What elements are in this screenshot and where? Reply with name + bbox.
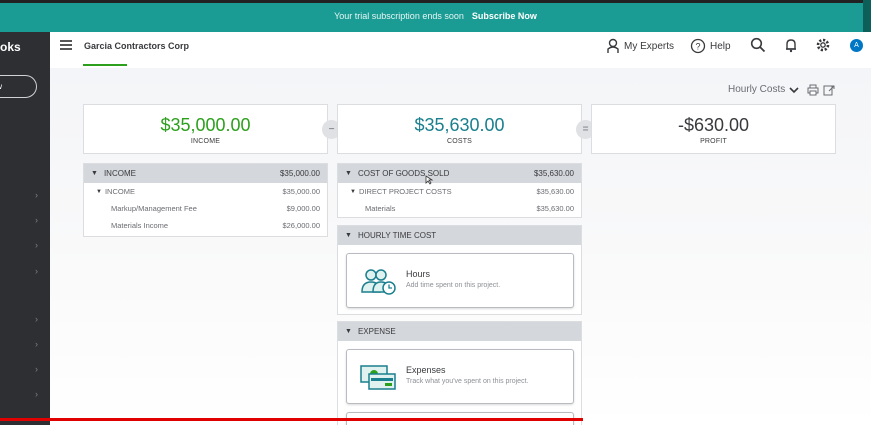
left-sidebar: oks w › › › › › › › › (0, 32, 50, 425)
video-progress-bar[interactable] (0, 418, 871, 421)
project-overview: Hourly Costs $35,000.00 INCOME − $35,630… (50, 68, 871, 425)
collapse-triangle-icon: ▼ (345, 328, 352, 335)
view-selector[interactable]: Hourly Costs (728, 84, 799, 95)
profit-amount: -$630.00 (677, 115, 750, 135)
collapse-triangle-icon: ▼ (345, 232, 352, 239)
company-underline (83, 64, 127, 66)
svg-text:?: ? (695, 42, 700, 52)
row-value: $9,000.00 (286, 204, 320, 213)
help-label: Help (710, 40, 731, 52)
income-panel: ▼ INCOME $35,000.00 ▼ INCOME $35,000.00 … (83, 163, 328, 237)
sidebar-chevron-icon[interactable]: › (35, 314, 38, 324)
brand-logo-text: oks (0, 40, 21, 54)
print-icon[interactable] (807, 84, 819, 96)
chevron-down-icon (789, 86, 799, 93)
cogs-group-label: DIRECT PROJECT COSTS (358, 187, 452, 196)
help-button[interactable]: ? Help (690, 38, 731, 54)
income-panel-total: $35,000.00 (279, 169, 320, 178)
banner-edge (863, 0, 871, 32)
sidebar-chevron-icon[interactable]: › (35, 266, 38, 276)
row-label: Markup/Management Fee (111, 204, 197, 213)
income-group-label: INCOME (104, 187, 135, 196)
row-value: $26,000.00 (282, 221, 320, 230)
trial-text: Your trial subscription ends soon (334, 11, 464, 21)
collapse-triangle-icon: ▼ (96, 188, 102, 195)
top-header: Garcia Contractors Corp My Experts ? Hel… (50, 32, 871, 68)
people-clock-icon (361, 269, 396, 295)
mouse-pointer-icon (425, 175, 433, 185)
export-icon[interactable] (823, 84, 835, 96)
sidebar-chevron-icon[interactable]: › (35, 190, 38, 200)
help-icon: ? (690, 38, 706, 54)
video-progress-fill (0, 418, 583, 421)
sidebar-chevron-icon[interactable]: › (35, 389, 38, 399)
collapse-triangle-icon: ▼ (350, 188, 356, 195)
collapse-triangle-icon: ▼ (91, 170, 98, 177)
row-value: $35,630.00 (536, 204, 574, 213)
table-row: Markup/Management Fee $9,000.00 (84, 200, 327, 217)
gear-icon[interactable] (815, 37, 831, 53)
cogs-group-value: $35,630.00 (536, 187, 574, 196)
bell-icon[interactable] (783, 37, 799, 53)
sidebar-chevron-icon[interactable]: › (35, 240, 38, 250)
money-bill-icon (360, 365, 396, 390)
hours-card-title: Hours (406, 269, 431, 279)
profit-summary: -$630.00 PROFIT (591, 104, 836, 154)
search-icon[interactable] (750, 37, 766, 53)
table-row: Materials $35,630.00 (338, 200, 581, 217)
costs-label: COSTS (446, 138, 473, 145)
my-experts-icon (607, 38, 619, 53)
costs-amount: $35,630.00 (414, 115, 505, 135)
cogs-panel-title: COST OF GOODS SOLD (357, 169, 450, 178)
cogs-panel-total: $35,630.00 (533, 169, 574, 178)
income-amount: $35,000.00 (160, 115, 251, 135)
profit-label: PROFIT (700, 138, 727, 145)
income-label: INCOME (190, 138, 221, 145)
company-name: Garcia Contractors Corp (84, 41, 190, 51)
add-expenses-card[interactable]: Expenses Track what you've spent on this… (346, 349, 574, 404)
subscribe-now-link[interactable]: Subscribe Now (472, 11, 537, 21)
hourly-panel-header[interactable]: ▼ HOURLY TIME COST (338, 226, 581, 245)
row-label: Materials Income (111, 221, 169, 230)
income-group-value: $35,000.00 (282, 187, 320, 196)
income-summary: $35,000.00 INCOME (83, 104, 328, 154)
row-label: Materials (365, 204, 396, 213)
sidebar-chevron-icon[interactable]: › (35, 339, 38, 349)
expense-panel: ▼ EXPENSE Expenses Track what you've spe… (337, 321, 582, 425)
income-group-row[interactable]: ▼ INCOME $35,000.00 (84, 183, 327, 200)
view-selector-label: Hourly Costs (728, 84, 786, 95)
my-experts-button[interactable]: My Experts (606, 38, 674, 54)
hours-card-subtitle: Add time spent on this project. (406, 282, 501, 289)
sidebar-chevron-icon[interactable]: › (35, 215, 38, 225)
cogs-group-row[interactable]: ▼ DIRECT PROJECT COSTS $35,630.00 (338, 183, 581, 200)
hourly-panel-title: HOURLY TIME COST (357, 231, 437, 240)
user-avatar[interactable]: A (850, 39, 863, 52)
trial-banner: Your trial subscription ends soon Subscr… (0, 0, 871, 32)
expense-panel-title: EXPENSE (357, 327, 396, 336)
income-panel-title: INCOME (103, 169, 136, 178)
window-top-edge (0, 0, 871, 3)
hourly-time-cost-panel: ▼ HOURLY TIME COST Hours Add time spent … (337, 225, 582, 315)
costs-summary: $35,630.00 COSTS (337, 104, 582, 154)
collapse-triangle-icon: ▼ (345, 170, 352, 177)
income-panel-header[interactable]: ▼ INCOME $35,000.00 (84, 164, 327, 183)
new-button[interactable]: w (0, 75, 37, 98)
expenses-card-subtitle: Track what you've spent on this project. (406, 378, 529, 385)
sidebar-chevron-icon[interactable]: › (35, 364, 38, 374)
table-row: Materials Income $26,000.00 (84, 217, 327, 234)
cogs-panel-header[interactable]: ▼ COST OF GOODS SOLD $35,630.00 (338, 164, 581, 183)
my-experts-label: My Experts (624, 40, 675, 52)
cogs-panel: ▼ COST OF GOODS SOLD $35,630.00 ▼ DIRECT… (337, 163, 582, 218)
hamburger-menu-icon[interactable] (60, 40, 72, 50)
expenses-card-title: Expenses (406, 365, 446, 375)
expense-panel-header[interactable]: ▼ EXPENSE (338, 322, 581, 341)
add-hours-card[interactable]: Hours Add time spent on this project. (346, 253, 574, 308)
